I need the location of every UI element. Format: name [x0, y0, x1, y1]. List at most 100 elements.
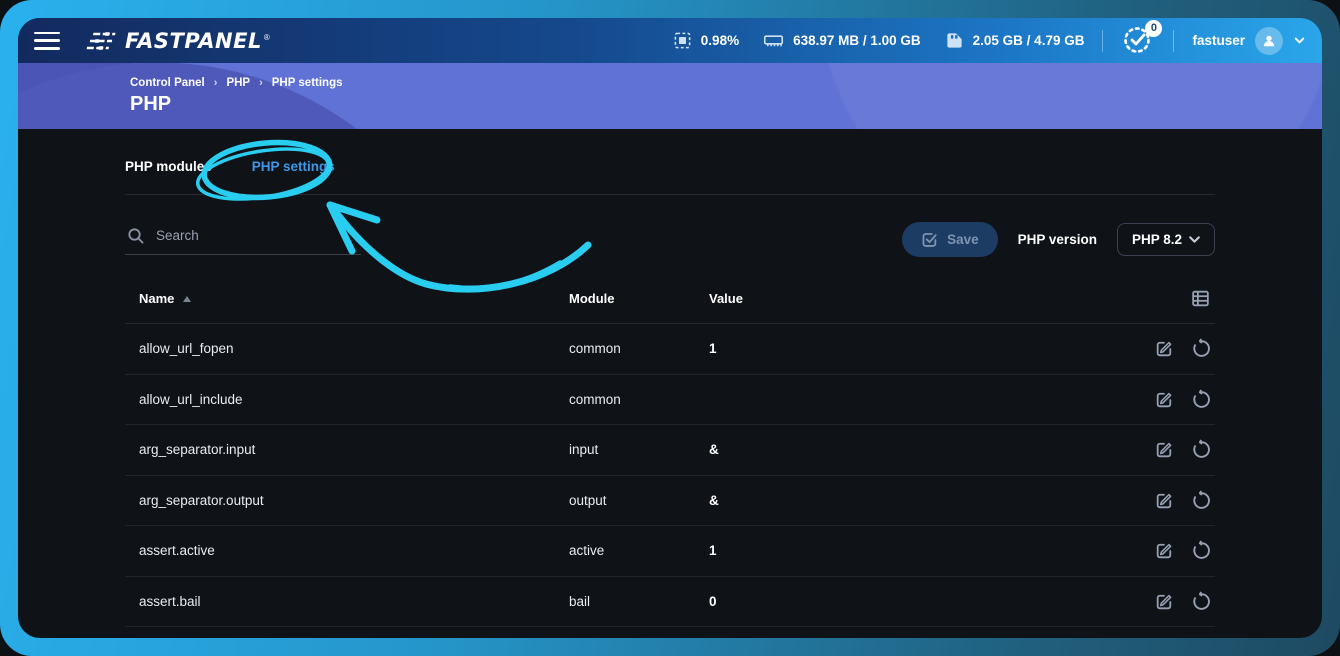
- search-input[interactable]: [156, 228, 359, 243]
- disk-icon: [945, 31, 964, 50]
- search-field[interactable]: [125, 225, 361, 255]
- setting-name: allow_url_include: [139, 392, 569, 407]
- user-icon: [1261, 33, 1277, 49]
- edit-setting-button[interactable]: [1154, 591, 1175, 612]
- setting-name: assert.active: [139, 543, 569, 558]
- table-row: arg_separator.input input &: [125, 425, 1215, 476]
- column-settings-button[interactable]: [1190, 288, 1211, 309]
- edit-icon: [1154, 591, 1175, 612]
- column-header-name[interactable]: Name: [139, 291, 569, 306]
- logo-registered-mark: ®: [264, 33, 270, 42]
- tab-php-modules[interactable]: PHP modules: [125, 159, 212, 174]
- reset-setting-button[interactable]: [1190, 389, 1211, 410]
- reset-setting-button[interactable]: [1190, 490, 1211, 511]
- tabs: PHP modules PHP settings: [125, 159, 1215, 174]
- breadcrumb-control-panel[interactable]: Control Panel: [130, 77, 205, 89]
- settings-table: Name Module Value: [125, 280, 1215, 627]
- reset-icon: [1190, 591, 1211, 612]
- setting-name: allow_url_fopen: [139, 341, 569, 356]
- chevron-down-icon: [1293, 34, 1306, 47]
- tabs-divider: [125, 194, 1215, 195]
- setting-module: input: [569, 442, 709, 457]
- setting-module: active: [569, 543, 709, 558]
- edit-setting-button[interactable]: [1154, 338, 1175, 359]
- breadcrumb-separator: ›: [259, 77, 263, 89]
- toolbar-right: Save PHP version PHP 8.2: [902, 222, 1215, 257]
- main-content: PHP modules PHP settings: [18, 129, 1322, 638]
- table-row: assert.active active 1: [125, 526, 1215, 577]
- reset-icon: [1190, 540, 1211, 561]
- setting-module: common: [569, 392, 709, 407]
- reset-icon: [1190, 389, 1211, 410]
- edit-icon: [1154, 389, 1175, 410]
- toolbar: Save PHP version PHP 8.2: [125, 222, 1215, 257]
- setting-value: &: [709, 493, 1127, 508]
- topbar-divider: [1102, 30, 1103, 52]
- setting-name: arg_separator.input: [139, 442, 569, 457]
- window-frame: FASTPANEL ® 0.98%: [0, 0, 1340, 656]
- reset-icon: [1190, 490, 1211, 511]
- save-button-label: Save: [947, 232, 979, 247]
- table-row: allow_url_fopen common 1: [125, 324, 1215, 375]
- reset-setting-button[interactable]: [1190, 338, 1211, 359]
- user-menu[interactable]: fastuser: [1192, 27, 1306, 55]
- edit-setting-button[interactable]: [1154, 439, 1175, 460]
- edit-setting-button[interactable]: [1154, 389, 1175, 410]
- setting-value: 1: [709, 341, 1127, 356]
- topbar-right: 0.98% 638.97 MB / 1.00 GB: [673, 24, 1306, 58]
- table-columns-icon: [1190, 288, 1211, 309]
- edit-setting-button[interactable]: [1154, 490, 1175, 511]
- search-icon: [127, 227, 145, 245]
- table-header: Name Module Value: [125, 280, 1215, 324]
- app-window: FASTPANEL ® 0.98%: [18, 18, 1322, 638]
- edit-icon: [1154, 540, 1175, 561]
- edit-icon: [1154, 439, 1175, 460]
- topbar: FASTPANEL ® 0.98%: [18, 18, 1322, 63]
- edit-icon: [1154, 490, 1175, 511]
- column-header-module[interactable]: Module: [569, 291, 709, 306]
- breadcrumb-separator: ›: [214, 77, 218, 89]
- column-header-value[interactable]: Value: [709, 291, 1127, 306]
- username: fastuser: [1192, 33, 1245, 48]
- setting-value: &: [709, 442, 1127, 457]
- setting-module: common: [569, 341, 709, 356]
- setting-value: 0: [709, 594, 1127, 609]
- settings-table-body: allow_url_fopen common 1 allow_url_inclu…: [125, 324, 1215, 627]
- logo-sliders-icon: [86, 30, 120, 52]
- breadcrumb-php[interactable]: PHP: [226, 77, 250, 89]
- notifications-button[interactable]: 0: [1121, 24, 1155, 58]
- ram-usage-stat: 638.97 MB / 1.00 GB: [763, 31, 921, 50]
- reset-icon: [1190, 338, 1211, 359]
- fastpanel-logo[interactable]: FASTPANEL ®: [88, 29, 270, 53]
- php-version-label: PHP version: [1018, 232, 1097, 247]
- setting-module: bail: [569, 594, 709, 609]
- cpu-usage-stat: 0.98%: [673, 31, 739, 50]
- breadcrumb: Control Panel › PHP › PHP settings: [130, 77, 1322, 89]
- breadcrumb-php-settings[interactable]: PHP settings: [272, 77, 343, 89]
- table-row: assert.bail bail 0: [125, 577, 1215, 628]
- sort-asc-icon: [183, 296, 191, 302]
- disk-usage-value: 2.05 GB / 4.79 GB: [973, 33, 1085, 48]
- logo-text: FASTPANEL: [125, 29, 262, 53]
- reset-setting-button[interactable]: [1190, 439, 1211, 460]
- notifications-count-badge: 0: [1145, 20, 1162, 37]
- edit-setting-button[interactable]: [1154, 540, 1175, 561]
- chevron-down-icon: [1187, 232, 1202, 247]
- save-button[interactable]: Save: [902, 222, 998, 257]
- reset-setting-button[interactable]: [1190, 591, 1211, 612]
- disk-usage-stat: 2.05 GB / 4.79 GB: [945, 31, 1085, 50]
- tab-php-settings[interactable]: PHP settings: [252, 159, 335, 174]
- php-version-select[interactable]: PHP 8.2: [1117, 223, 1215, 256]
- menu-button[interactable]: [32, 31, 62, 51]
- check-square-icon: [921, 231, 938, 248]
- php-version-value: PHP 8.2: [1132, 232, 1182, 247]
- reset-setting-button[interactable]: [1190, 540, 1211, 561]
- setting-name: arg_separator.output: [139, 493, 569, 508]
- reset-icon: [1190, 439, 1211, 460]
- page-banner: Control Panel › PHP › PHP settings PHP: [18, 63, 1322, 129]
- table-row: arg_separator.output output &: [125, 476, 1215, 527]
- page-title: PHP: [130, 93, 1322, 116]
- avatar: [1255, 27, 1283, 55]
- topbar-left: FASTPANEL ®: [32, 29, 270, 53]
- setting-value: 1: [709, 543, 1127, 558]
